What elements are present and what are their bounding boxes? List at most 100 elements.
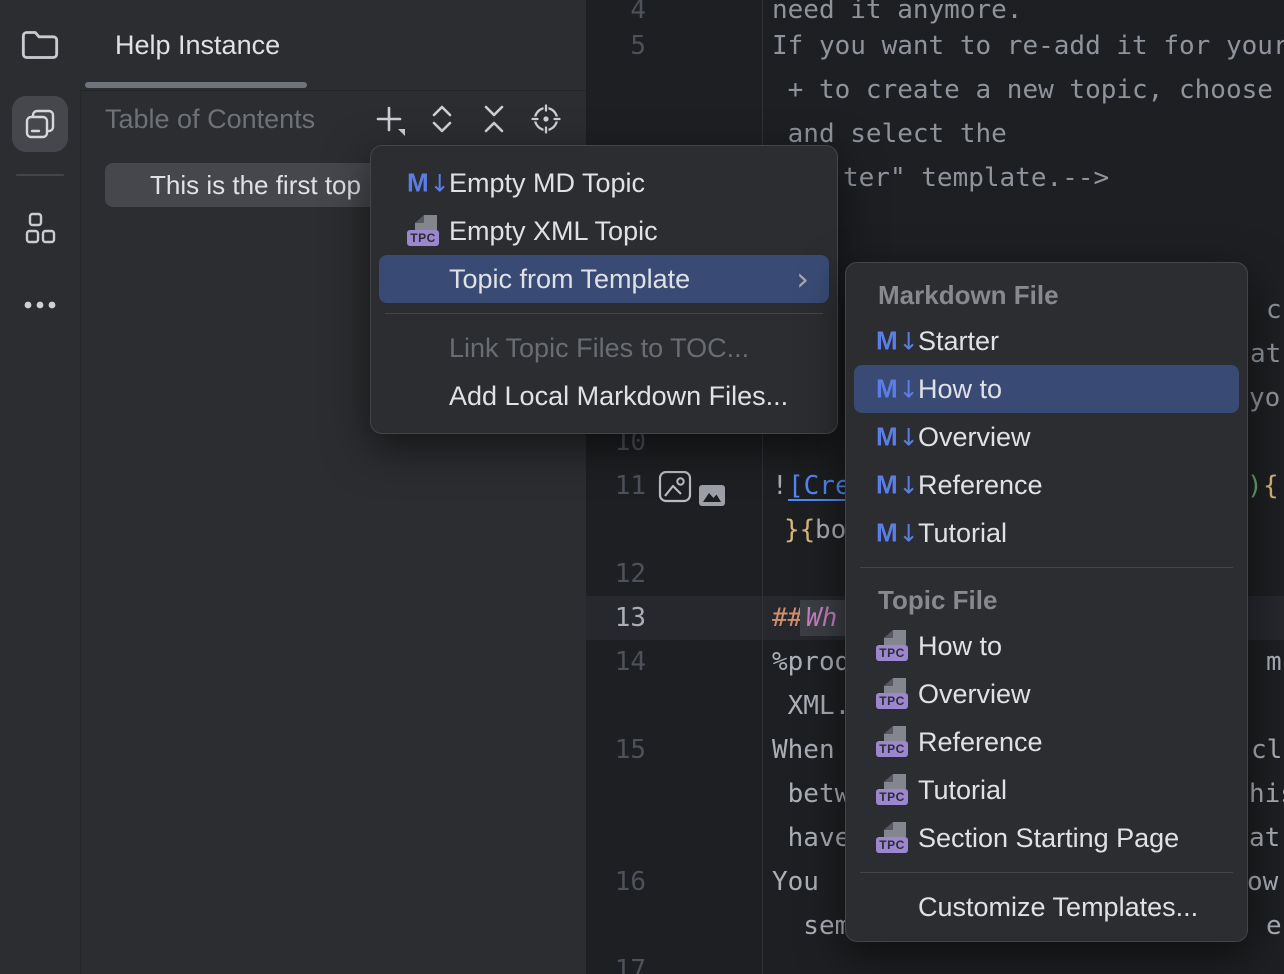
menu-item-label: Topic from Template xyxy=(449,264,690,295)
code-text: + to create a new topic, choose t xyxy=(772,68,1284,112)
line-number: 11 xyxy=(586,464,646,508)
more-icon[interactable] xyxy=(12,277,68,333)
menu-item-link-topic-files-to-toc: Link Topic Files to TOC... xyxy=(379,324,829,372)
expand-all-button[interactable] xyxy=(424,101,460,137)
menu-separator xyxy=(860,872,1233,873)
code-text: ## xyxy=(772,596,803,640)
markdown-file-icon: M↓ xyxy=(876,374,919,405)
menu-item-label: Tutorial xyxy=(918,775,1007,806)
code-text: his xyxy=(1249,772,1284,816)
code-text: XML. xyxy=(772,684,850,728)
menu-item-label: Link Topic Files to TOC... xyxy=(449,333,749,364)
markdown-file-icon: M↓ xyxy=(407,168,450,199)
line-number: 15 xyxy=(586,728,646,772)
menu-item-label: Overview xyxy=(918,422,1031,453)
code-text: If you want to re-add it for your xyxy=(772,24,1284,68)
code-text: sem xyxy=(772,904,850,948)
toc-item-label: This is the first top xyxy=(150,170,361,201)
line-number: 5 xyxy=(586,24,646,68)
menu-item-label: How to xyxy=(918,631,1002,662)
menu-item-section-starting-page[interactable]: TPCSection Starting Page xyxy=(854,814,1239,862)
menu-item-label: Overview xyxy=(918,679,1031,710)
menu-item-customize-templates[interactable]: Customize Templates... xyxy=(854,883,1239,931)
code-text: bo xyxy=(815,508,846,552)
menu-item-label: Starter xyxy=(918,326,999,357)
editor-line[interactable]: 5 If you want to re-add it for your xyxy=(586,24,1284,68)
code-text: yo xyxy=(1249,376,1280,420)
new-topic-menu: M↓Empty MD Topic TPC Empty XML Topic Topic … xyxy=(370,145,838,434)
topic-file-icon: TPC xyxy=(876,725,910,759)
folder-icon[interactable] xyxy=(12,17,68,73)
editor-line[interactable]: + to create a new topic, choose t xyxy=(586,68,1284,112)
line-number: 12 xyxy=(586,552,646,596)
active-tab-indicator xyxy=(85,82,307,88)
code-text: %prod xyxy=(772,640,850,684)
menu-item-starter[interactable]: M↓Starter xyxy=(854,317,1239,365)
code-text: }{ xyxy=(784,508,815,552)
code-text: { xyxy=(1263,464,1279,508)
activity-bar xyxy=(0,0,81,974)
menu-item-empty-xml-topic[interactable]: TPC Empty XML Topic xyxy=(379,207,829,255)
menu-item-label: Reference xyxy=(918,727,1043,758)
topic-file-icon: TPC xyxy=(876,773,910,807)
tab-help-instance[interactable]: Help Instance xyxy=(115,0,280,90)
topic-file-icon: TPC xyxy=(876,677,910,711)
menu-item-label: Add Local Markdown Files... xyxy=(449,381,788,412)
code-text: e xyxy=(1266,904,1282,948)
menu-item-add-local-markdown-files[interactable]: Add Local Markdown Files... xyxy=(379,372,829,420)
menu-item-how-to[interactable]: M↓How to xyxy=(854,365,1239,413)
structure-icon[interactable] xyxy=(12,200,68,256)
toc-item-selected[interactable]: This is the first top xyxy=(105,163,395,207)
menu-item-label: Empty XML Topic xyxy=(449,216,658,247)
menu-item-label: How to xyxy=(918,374,1002,405)
code-text: c xyxy=(1266,288,1282,332)
code-text: ow xyxy=(1247,860,1278,904)
tool-window-header: Help Instance xyxy=(80,0,586,91)
code-text: cl xyxy=(1251,728,1282,772)
plus-dropdown-icon xyxy=(371,101,407,137)
menu-item-reference[interactable]: M↓Reference xyxy=(854,461,1239,509)
collapse-all-button[interactable] xyxy=(476,101,512,137)
code-text: ) xyxy=(1247,464,1263,508)
markdown-file-icon: M↓ xyxy=(876,518,919,549)
menu-section-header-markdown-file: Markdown File xyxy=(846,273,1247,317)
ide-window: Help Instance Table of Contents xyxy=(0,0,1284,974)
topic-file-icon: TPC xyxy=(407,214,441,248)
topic-file-icon: TPC xyxy=(876,629,910,663)
menu-item-topic-from-template[interactable]: Topic from Template› xyxy=(379,255,829,303)
menu-section-header-topic-file: Topic File xyxy=(846,578,1247,622)
code-text: at xyxy=(1249,816,1280,860)
menu-item-label: Empty MD Topic xyxy=(449,168,645,199)
topic-from-template-submenu: Markdown FileM↓StarterM↓How toM↓Overview… xyxy=(845,262,1248,942)
menu-separator xyxy=(860,567,1233,568)
markdown-file-icon: M↓ xyxy=(876,470,919,501)
line-number: 14 xyxy=(586,640,646,684)
sidebar-divider xyxy=(16,174,64,176)
menu-item-label: Customize Templates... xyxy=(918,892,1198,923)
menu-item-label: Tutorial xyxy=(918,518,1007,549)
collapse-all-icon xyxy=(476,101,512,137)
expand-all-icon xyxy=(424,101,460,137)
menu-item-tutorial[interactable]: M↓Tutorial xyxy=(854,509,1239,557)
markdown-file-icon: M↓ xyxy=(876,326,919,357)
menu-item-tutorial[interactable]: TPC Tutorial xyxy=(854,766,1239,814)
editor-windows-icon[interactable] xyxy=(12,96,68,152)
line-number: 17 xyxy=(586,948,646,974)
code-text: [Cre xyxy=(788,464,851,508)
menu-item-reference[interactable]: TPC Reference xyxy=(854,718,1239,766)
add-topic-button[interactable] xyxy=(371,101,407,137)
menu-item-how-to[interactable]: TPC How to xyxy=(854,622,1239,670)
code-text: betw xyxy=(772,772,850,816)
line-number: 16 xyxy=(586,860,646,904)
locate-button[interactable] xyxy=(528,101,564,137)
menu-item-overview[interactable]: M↓Overview xyxy=(854,413,1239,461)
code-text: ter" template.--> xyxy=(843,156,1109,200)
menu-item-overview[interactable]: TPC Overview xyxy=(854,670,1239,718)
menu-separator xyxy=(385,313,823,314)
editor-line[interactable]: 17 xyxy=(586,948,1284,974)
line-number: 13 xyxy=(586,596,646,640)
panel-title: Table of Contents xyxy=(105,90,315,148)
menu-item-label: Reference xyxy=(918,470,1043,501)
menu-item-empty-md-topic[interactable]: M↓Empty MD Topic xyxy=(379,159,829,207)
markdown-file-icon: M↓ xyxy=(876,422,919,453)
